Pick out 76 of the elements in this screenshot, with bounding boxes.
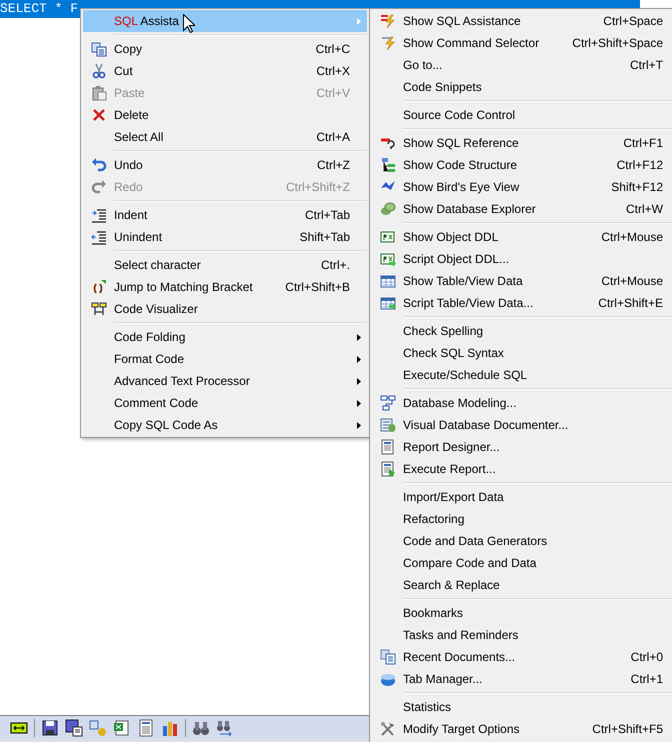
save-as-icon[interactable] [65, 718, 83, 736]
menu-item[interactable]: Indent Ctrl+Tab [83, 204, 367, 226]
menu-item[interactable]: Bookmarks [372, 602, 672, 624]
menu-item[interactable]: Cut Ctrl+X [83, 60, 367, 82]
documents-icon [380, 649, 396, 665]
menu-item[interactable]: Advanced Text Processor [83, 370, 367, 392]
menu-item[interactable]: Tasks and Reminders [372, 624, 672, 646]
menu-item[interactable]: Compare Code and Data [372, 552, 672, 574]
document-play-icon [380, 461, 396, 477]
bowl-icon [380, 671, 396, 687]
menu-item[interactable]: Comment Code [83, 392, 367, 414]
menu-item[interactable]: Code Folding [83, 326, 367, 348]
menu-item[interactable]: Source Code Control [372, 104, 672, 126]
menu-item[interactable]: Report Designer... [372, 436, 672, 458]
menu-item[interactable]: Unindent Shift+Tab [83, 226, 367, 248]
menu-item[interactable]: Visual Database Documenter... [372, 414, 672, 436]
menu-item[interactable]: Script Table/View Data... Ctrl+Shift+E [372, 292, 672, 314]
scissors-icon [90, 63, 106, 79]
unindent-icon [90, 229, 106, 245]
menu-item[interactable]: Select All Ctrl+A [83, 126, 367, 148]
diagram-icon [90, 301, 106, 317]
diagram-icon [380, 395, 396, 411]
menu-item[interactable]: Show Object DDL Ctrl+Mouse [372, 226, 672, 248]
menu-item[interactable]: Copy Ctrl+C [83, 38, 367, 60]
tree-icon [380, 157, 396, 173]
menu-item[interactable]: Check Spelling [372, 320, 672, 342]
menu-item[interactable]: Tab Manager... Ctrl+1 [372, 668, 672, 690]
menu-item[interactable]: Delete [83, 104, 367, 126]
document-icon[interactable] [137, 718, 155, 736]
menu-item[interactable]: Go to... Ctrl+T [372, 54, 672, 76]
menu-item[interactable]: Show Database Explorer Ctrl+W [372, 198, 672, 220]
menu-item[interactable]: Import/Export Data [372, 486, 672, 508]
indent-icon [90, 207, 106, 223]
document-icon [380, 417, 396, 433]
redo-icon [90, 179, 106, 195]
code-text: SELECT * F [0, 1, 78, 16]
menu-item[interactable]: Show Bird's Eye View Shift+F12 [372, 176, 672, 198]
cross-icon [90, 107, 106, 123]
menu-item[interactable]: Check SQL Syntax [372, 342, 672, 364]
ddl-icon [380, 229, 396, 245]
menu-item[interactable]: Statistics [372, 696, 672, 718]
tools-icon [380, 721, 396, 737]
menu-item[interactable]: Script Object DDL... [372, 248, 672, 270]
bracket-icon [90, 279, 106, 295]
menu-item[interactable]: Undo Ctrl+Z [83, 154, 367, 176]
pages-icon [90, 41, 106, 57]
document-icon [380, 439, 396, 455]
menu-item[interactable]: Copy SQL Code As [83, 414, 367, 436]
menu-item[interactable]: Code and Data Generators [372, 530, 672, 552]
menu-item[interactable]: Recent Documents... Ctrl+0 [372, 646, 672, 668]
menu-item[interactable]: Show SQL Assistance Ctrl+Space [372, 10, 672, 32]
menu-item[interactable]: Show Table/View Data Ctrl+Mouse [372, 270, 672, 292]
menu-item[interactable]: Select character Ctrl+. [83, 254, 367, 276]
menu-item[interactable]: SQL Assista [83, 10, 367, 32]
menu-item[interactable]: Format Code [83, 348, 367, 370]
clipboard-icon [90, 85, 106, 101]
menu-item[interactable]: Show Command Selector Ctrl+Shift+Space [372, 32, 672, 54]
menu-item[interactable]: Modify Target Options Ctrl+Shift+F5 [372, 718, 672, 740]
menu-item[interactable]: Refactoring [372, 508, 672, 530]
grid-icon [380, 273, 396, 289]
cylinders-icon [380, 201, 396, 217]
menu-item[interactable]: Database Modeling... [372, 392, 672, 414]
menu-item[interactable]: Code Visualizer [83, 298, 367, 320]
menu-item[interactable]: Execute Report... [372, 458, 672, 480]
lightning-icon [380, 13, 396, 29]
menu-item[interactable]: Jump to Matching Bracket Ctrl+Shift+B [83, 276, 367, 298]
undo-icon [90, 157, 106, 173]
menu-item[interactable]: Show SQL Reference Ctrl+F1 [372, 132, 672, 154]
menu-item[interactable]: Execute/Schedule SQL [372, 364, 672, 386]
menu-item[interactable]: Show Code Structure Ctrl+F12 [372, 154, 672, 176]
lightning-icon [380, 35, 396, 51]
spreadsheet-icon[interactable] [113, 718, 131, 736]
menu-item[interactable]: Search & Replace [372, 574, 672, 596]
binoculars-arrow-icon[interactable] [216, 718, 234, 736]
menu-item[interactable]: Code Snippets [372, 76, 672, 98]
save-icon[interactable] [41, 718, 59, 736]
